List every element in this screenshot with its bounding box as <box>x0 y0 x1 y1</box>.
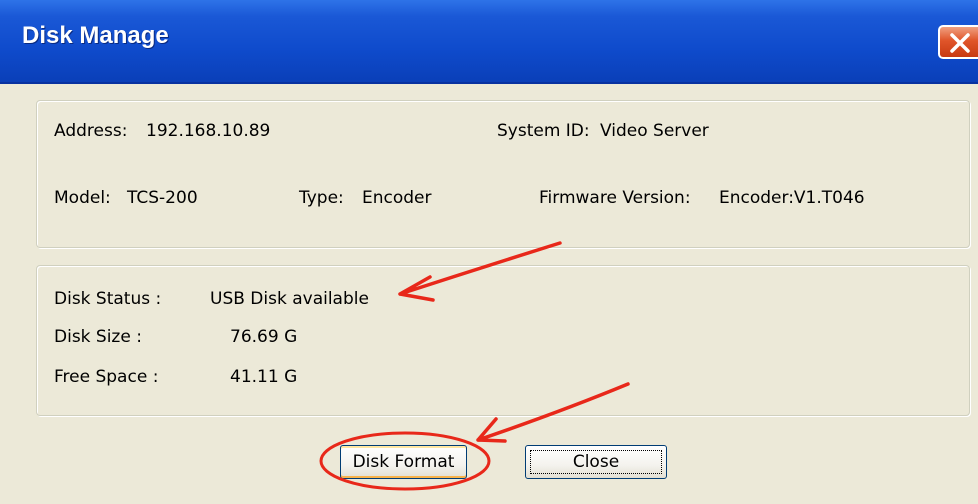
disk-status-label: Disk Status : <box>54 289 162 309</box>
close-button[interactable]: Close <box>525 445 667 479</box>
free-space-value: 41.11 G <box>230 367 298 387</box>
model-value: TCS-200 <box>127 188 198 208</box>
disk-info-panel <box>36 265 970 416</box>
disk-size-value: 76.69 G <box>230 327 298 347</box>
type-value: Encoder <box>362 188 432 208</box>
model-label: Model: <box>54 188 111 208</box>
system-id-value: Video Server <box>600 121 709 141</box>
disk-format-label: Disk Format <box>352 452 455 472</box>
window-close-button[interactable] <box>938 25 978 59</box>
address-value: 192.168.10.89 <box>146 121 271 141</box>
disk-format-button[interactable]: Disk Format <box>340 445 467 479</box>
free-space-label: Free Space : <box>54 367 159 387</box>
firmware-value: Encoder:V1.T046 <box>719 188 865 208</box>
system-id-label: System ID: <box>497 121 590 141</box>
disk-size-label: Disk Size : <box>54 327 142 347</box>
address-label: Address: <box>54 121 128 141</box>
focus-rectangle <box>530 450 662 474</box>
disk-status-value: USB Disk available <box>210 289 369 309</box>
title-bar: Disk Manage <box>0 0 978 84</box>
close-icon <box>950 33 970 53</box>
window-title: Disk Manage <box>22 22 169 49</box>
firmware-label: Firmware Version: <box>539 188 691 208</box>
type-label: Type: <box>299 188 344 208</box>
